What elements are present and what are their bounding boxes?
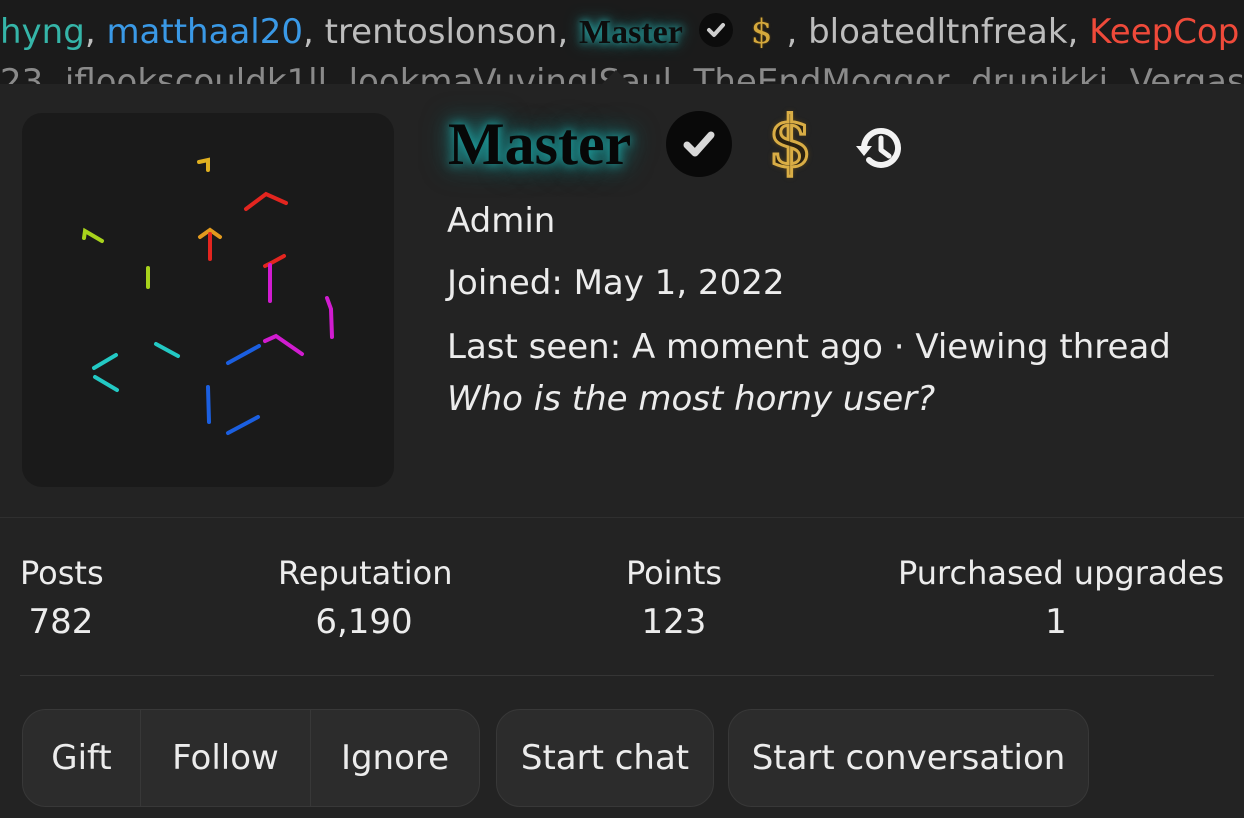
stat-purchased-upgrades: Purchased upgrades 1 bbox=[898, 552, 1225, 644]
divider bbox=[0, 517, 1244, 518]
user-status-message: Who is the most horny user? bbox=[447, 379, 936, 419]
stat-points: Points 123 bbox=[624, 552, 724, 644]
user-link-matthaal20[interactable]: matthaal20 bbox=[106, 12, 303, 52]
divider bbox=[20, 675, 1214, 676]
start-chat-button[interactable]: Start chat bbox=[496, 709, 714, 807]
avatar[interactable] bbox=[22, 113, 394, 487]
join-date: Joined: May 1, 2022 bbox=[447, 263, 785, 303]
user-link-bloatedltnfreak[interactable]: bloatedltnfreak bbox=[808, 12, 1067, 52]
avatar-art bbox=[82, 157, 334, 435]
stat-reputation: Reputation 6,190 bbox=[278, 552, 453, 644]
ignore-button[interactable]: Ignore bbox=[310, 709, 480, 807]
user-link-keepcop[interactable]: KeepCop bbox=[1089, 12, 1239, 52]
follow-button[interactable]: Follow bbox=[140, 709, 311, 807]
user-link-hyng[interactable]: hyng bbox=[0, 12, 85, 52]
stat-label: Reputation bbox=[278, 554, 453, 592]
stat-label: Posts bbox=[20, 554, 104, 592]
verified-check-icon bbox=[666, 111, 732, 177]
stat-posts: Posts 782 bbox=[20, 552, 104, 644]
dollar-sign-icon: $ bbox=[767, 100, 815, 185]
history-icon[interactable] bbox=[852, 120, 908, 176]
stat-value[interactable]: 123 bbox=[624, 600, 724, 644]
stat-value[interactable]: 1 bbox=[898, 600, 1214, 644]
stat-label: Purchased upgrades bbox=[898, 554, 1225, 592]
dollar-sign-icon: $ bbox=[750, 12, 773, 52]
last-seen-status: Last seen: A moment ago · Viewing thread bbox=[447, 327, 1171, 367]
stat-value[interactable]: 6,190 bbox=[278, 600, 450, 644]
user-role: Admin bbox=[447, 201, 556, 241]
user-link-master[interactable]: Master bbox=[579, 14, 683, 51]
gift-button[interactable]: Gift bbox=[22, 709, 141, 807]
start-conversation-button[interactable]: Start conversation bbox=[728, 709, 1089, 807]
stat-label: Points bbox=[625, 554, 723, 592]
verified-icon bbox=[698, 13, 733, 47]
user-link-trentoslonson[interactable]: trentoslonson bbox=[325, 12, 558, 52]
profile-username[interactable]: Master bbox=[448, 108, 631, 180]
stat-value[interactable]: 782 bbox=[20, 600, 102, 644]
online-users-row: hyng, matthaal20, trentoslonson, Master $… bbox=[0, 12, 1240, 52]
member-tooltip-card: Master $ Admin Joined: May 1, 2022 Last … bbox=[0, 70, 1244, 818]
tooltip-caret bbox=[600, 70, 632, 86]
